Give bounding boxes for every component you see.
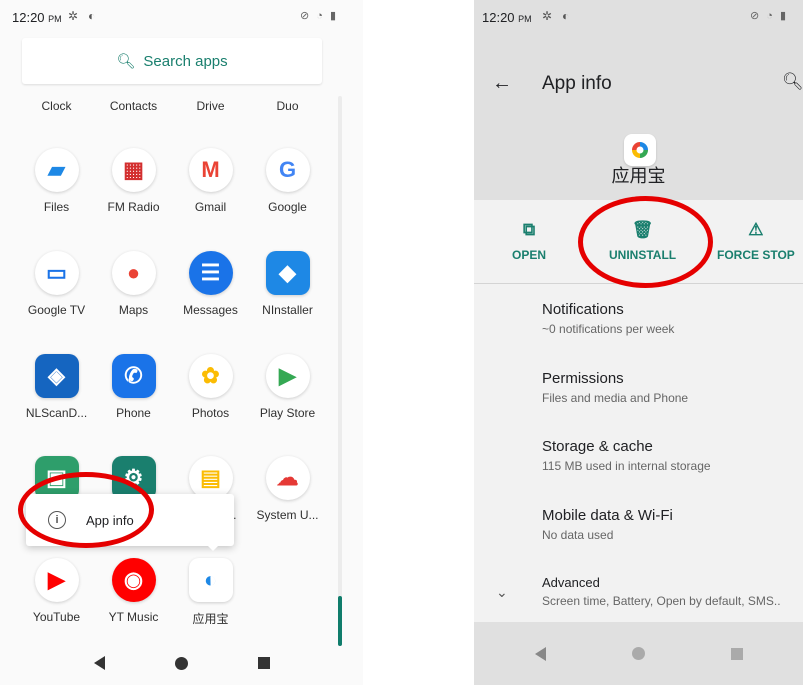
scrollbar-track[interactable] — [338, 96, 342, 646]
status-bar: 12:20 PM ✲ ◐ ⊘ ◔ ▮ — [0, 0, 363, 34]
messages-icon: ☰ — [188, 251, 233, 295]
nav-back-icon[interactable] — [93, 656, 105, 670]
app-fm-radio[interactable]: ▦ FM Radio — [95, 148, 172, 214]
yt-music-icon: ◉ — [111, 558, 156, 602]
settings-icon: ✲ — [68, 9, 79, 23]
app-duo[interactable]: Duo — [249, 80, 326, 113]
setting-mobile-data[interactable]: Mobile data & Wi-Fi No data used — [542, 507, 673, 542]
notification-icon: ◐ — [88, 9, 96, 23]
app-google-tv[interactable]: ▭ Google TV — [18, 251, 95, 317]
phone-icon: ✆ — [111, 354, 156, 398]
search-icon: 🔍︎ — [116, 53, 136, 70]
app-google[interactable]: G Google — [249, 148, 326, 214]
status-bar: 12:20 PM ✲ ◐ ⊘ ◔ ▮ — [474, 0, 803, 34]
warning-icon: ⚠ — [748, 220, 764, 239]
files-icon: ▰ — [34, 148, 79, 192]
app-photos[interactable]: ✿ Photos — [172, 354, 249, 420]
status-right-icons: ⊘ ◔ ▮ — [300, 10, 339, 22]
nav-bar — [0, 641, 363, 685]
setting-storage[interactable]: Storage & cache 115 MB used in internal … — [542, 438, 711, 473]
settings-icon: ✲ — [542, 9, 553, 23]
app-messages[interactable]: ☰ Messages — [172, 251, 249, 317]
setting-permissions[interactable]: Permissions Files and media and Phone — [542, 370, 688, 405]
status-right-icons: ⊘ ◔ ▮ — [750, 10, 789, 22]
app-name: 应用宝 — [611, 166, 666, 186]
cloud-upload-icon: ☁ — [265, 456, 310, 500]
app-row: ▶ YouTube ◉ YT Music ◐ 应用宝 — [18, 558, 326, 648]
notification-icon: ◐ — [562, 9, 570, 23]
popup-pointer — [206, 544, 220, 551]
maps-pin-icon: ● — [111, 251, 156, 295]
nav-recents-icon[interactable] — [730, 647, 743, 660]
status-time: 12:20 PM — [12, 10, 62, 25]
app-contacts[interactable]: Contacts — [95, 80, 172, 113]
search-icon[interactable]: 🔍︎ — [782, 72, 803, 92]
trash-icon: 🗑︎ — [631, 220, 654, 239]
search-label: Search apps — [143, 52, 228, 70]
app-info-popup[interactable]: i App info — [26, 494, 234, 546]
action-bar: ⧉ OPEN 🗑︎ UNINSTALL ⚠ FORCE STOP — [474, 200, 803, 284]
play-store-icon: ▶ — [265, 354, 310, 398]
app-nlscan[interactable]: ◈ NLScanD... — [18, 354, 95, 420]
scrollbar-thumb[interactable] — [338, 596, 342, 646]
google-icon: G — [265, 148, 310, 192]
open-icon: ⧉ — [522, 220, 536, 239]
photos-icon: ✿ — [188, 354, 233, 398]
app-drawer-screen: 12:20 PM ✲ ◐ ⊘ ◔ ▮ 🔍︎ Search apps Clock … — [0, 0, 363, 685]
app-phone[interactable]: ✆ Phone — [95, 354, 172, 420]
search-apps-bar[interactable]: 🔍︎ Search apps — [22, 38, 322, 84]
app-info-menu-item[interactable]: App info — [86, 513, 134, 528]
app-gmail[interactable]: M Gmail — [172, 148, 249, 214]
app-clock[interactable]: Clock — [18, 80, 95, 113]
radio-icon: ▦ — [111, 148, 156, 192]
app-youtube[interactable]: ▶ YouTube — [18, 558, 95, 624]
app-yingyongbao[interactable]: ◐ 应用宝 — [172, 558, 249, 627]
info-icon: i — [48, 511, 66, 529]
app-row: ◈ NLScanD... ✆ Phone ✿ Photos ▶ Play Sto… — [18, 354, 326, 444]
nav-recents-icon[interactable] — [257, 657, 270, 669]
app-row: ▰ Files ▦ FM Radio M Gmail G Google — [18, 148, 326, 238]
app-ninstaller[interactable]: ◆ NInstaller — [249, 251, 326, 317]
nav-back-icon[interactable] — [534, 646, 546, 661]
app-yt-music[interactable]: ◉ YT Music — [95, 558, 172, 624]
gmail-icon: M — [188, 148, 233, 192]
tv-icon: ▭ — [34, 251, 79, 295]
ninstaller-icon: ◆ — [265, 251, 310, 295]
back-arrow-icon[interactable]: ← — [492, 72, 512, 95]
app-play-store[interactable]: ▶ Play Store — [249, 354, 326, 420]
nav-home-icon[interactable] — [631, 647, 645, 660]
status-time: 12:20 PM — [482, 10, 532, 25]
app-maps[interactable]: ● Maps — [95, 251, 172, 317]
nlscan-icon: ◈ — [34, 354, 79, 398]
uninstall-button[interactable]: 🗑︎ UNINSTALL — [609, 218, 676, 262]
yingyongbao-icon: ◐ — [188, 558, 233, 602]
setting-advanced[interactable]: Advanced Screen time, Battery, Open by d… — [542, 575, 781, 608]
force-stop-button[interactable]: ⚠ FORCE STOP — [717, 218, 795, 262]
app-info-screen: 12:20 PM ✲ ◐ ⊘ ◔ ▮ ← App info 🔍︎ 应用宝 ⧉ O… — [474, 0, 803, 685]
page-title: App info — [542, 73, 612, 94]
app-system-update[interactable]: ☁ System U... — [249, 456, 326, 522]
app-row: ▭ Google TV ● Maps ☰ Messages ◆ NInstall… — [18, 251, 326, 341]
nav-bar — [474, 622, 803, 685]
app-drive[interactable]: Drive — [172, 80, 249, 113]
youtube-icon: ▶ — [34, 558, 79, 602]
chevron-down-icon[interactable]: ⌄ — [496, 584, 508, 601]
open-button[interactable]: ⧉ OPEN — [512, 218, 546, 262]
app-files[interactable]: ▰ Files — [18, 148, 95, 214]
nav-home-icon[interactable] — [174, 656, 188, 670]
setting-notifications[interactable]: Notifications ~0 notifications per week — [542, 301, 674, 336]
